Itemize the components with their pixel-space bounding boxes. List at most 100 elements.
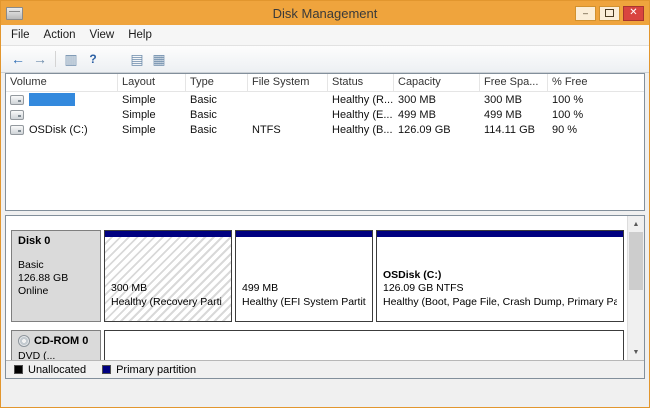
volume-list-header: Volume Layout Type File System Status Ca… bbox=[6, 74, 644, 92]
pct-cell: 100 % bbox=[548, 94, 618, 106]
cdrom-header[interactable]: CD-ROM 0 DVD (... bbox=[11, 330, 101, 360]
disk0-size: 126.88 GB bbox=[18, 272, 94, 285]
forward-icon[interactable]: → bbox=[29, 49, 51, 69]
legend-label: Primary partition bbox=[116, 364, 196, 376]
cdrom-row: CD-ROM 0 DVD (... bbox=[11, 330, 624, 360]
scroll-down-icon[interactable]: ▼ bbox=[628, 344, 644, 360]
properties-icon[interactable]: ▦ bbox=[148, 49, 170, 69]
drive-icon bbox=[10, 110, 24, 120]
app-icon bbox=[6, 7, 23, 20]
back-icon[interactable]: ← bbox=[7, 49, 29, 69]
main-area: Volume Layout Type File System Status Ca… bbox=[5, 73, 645, 407]
vertical-scrollbar[interactable]: ▲ ▼ bbox=[627, 216, 644, 360]
partition-info: OSDisk (C:) 126.09 GB NTFS Healthy (Boot… bbox=[377, 237, 623, 321]
selected-volume-highlight bbox=[29, 93, 75, 106]
type-cell: Basic bbox=[186, 94, 248, 106]
legend-label: Unallocated bbox=[28, 364, 86, 376]
free-cell: 114.11 GB bbox=[480, 124, 548, 136]
capacity-cell: 126.09 GB bbox=[394, 124, 480, 136]
scrollbar-thumb[interactable] bbox=[629, 232, 643, 290]
partition-info: 300 MB Healthy (Recovery Parti bbox=[105, 237, 231, 321]
menu-action[interactable]: Action bbox=[37, 27, 83, 43]
type-cell: Basic bbox=[186, 109, 248, 121]
disk0-row: Disk 0 Basic 126.88 GB Online 300 MB bbox=[11, 230, 624, 322]
cdrom-name: CD-ROM 0 bbox=[34, 335, 88, 347]
partition-size: 300 MB bbox=[111, 282, 225, 296]
status-cell: Healthy (R... bbox=[328, 94, 394, 106]
disk-management-window: Disk Management – ✕ File Action View Hel… bbox=[0, 0, 650, 408]
partition-recovery[interactable]: 300 MB Healthy (Recovery Parti bbox=[104, 230, 232, 322]
cdrom-title: CD-ROM 0 bbox=[18, 335, 94, 347]
maximize-button[interactable] bbox=[599, 6, 620, 21]
partition-name: OSDisk (C:) bbox=[383, 269, 617, 283]
column-header-layout[interactable]: Layout bbox=[118, 74, 186, 91]
table-row-efi[interactable]: Simple Basic Healthy (E... 499 MB 499 MB… bbox=[6, 107, 644, 122]
free-cell: 499 MB bbox=[480, 109, 548, 121]
layout-cell: Simple bbox=[118, 124, 186, 136]
layout-cell: Simple bbox=[118, 94, 186, 106]
drive-icon bbox=[10, 125, 24, 135]
status-cell: Healthy (B... bbox=[328, 124, 394, 136]
disk0-status: Online bbox=[18, 285, 94, 298]
partition-status: Healthy (Recovery Parti bbox=[111, 296, 225, 310]
pct-cell: 90 % bbox=[548, 124, 618, 136]
menu-help[interactable]: Help bbox=[121, 27, 159, 43]
partition-efi[interactable]: 499 MB Healthy (EFI System Partit bbox=[235, 230, 373, 322]
column-header-status[interactable]: Status bbox=[328, 74, 394, 91]
legend-bar: Unallocated Primary partition bbox=[6, 360, 644, 378]
column-header-file-system[interactable]: File System bbox=[248, 74, 328, 91]
caption-buttons: – ✕ bbox=[575, 6, 644, 21]
help-icon[interactable]: ? bbox=[82, 49, 104, 69]
disk0-type: Basic bbox=[18, 259, 94, 272]
menu-view[interactable]: View bbox=[83, 27, 122, 43]
partition-osdisk[interactable]: OSDisk (C:) 126.09 GB NTFS Healthy (Boot… bbox=[376, 230, 624, 322]
partition-status: Healthy (Boot, Page File, Crash Dump, Pr… bbox=[383, 296, 617, 310]
toolbar-separator bbox=[55, 51, 56, 67]
column-header-capacity[interactable]: Capacity bbox=[394, 74, 480, 91]
layout-cell: Simple bbox=[118, 109, 186, 121]
column-header-type[interactable]: Type bbox=[186, 74, 248, 91]
partition-size: 499 MB bbox=[242, 282, 366, 296]
volume-name: OSDisk (C:) bbox=[29, 124, 88, 136]
volume-cell: OSDisk (C:) bbox=[6, 124, 118, 136]
partition-info: 499 MB Healthy (EFI System Partit bbox=[236, 237, 372, 321]
capacity-cell: 300 MB bbox=[394, 94, 480, 106]
pct-cell: 100 % bbox=[548, 109, 618, 121]
fs-cell: NTFS bbox=[248, 124, 328, 136]
disk0-meta: Basic 126.88 GB Online bbox=[18, 259, 94, 298]
action-pane-icon[interactable]: ▤ bbox=[126, 49, 148, 69]
minimize-button[interactable]: – bbox=[575, 6, 596, 21]
column-header-volume[interactable]: Volume bbox=[6, 74, 118, 91]
partition-status: Healthy (EFI System Partit bbox=[242, 296, 366, 310]
legend-unallocated: Unallocated bbox=[14, 364, 86, 376]
drive-icon bbox=[10, 95, 24, 105]
partition-size: 126.09 GB NTFS bbox=[383, 282, 617, 296]
column-header-pct-free[interactable]: % Free bbox=[548, 74, 618, 91]
cd-disc-icon bbox=[18, 335, 30, 347]
close-button[interactable]: ✕ bbox=[623, 6, 644, 21]
table-row-recovery[interactable]: Simple Basic Healthy (R... 300 MB 300 MB… bbox=[6, 92, 644, 107]
status-cell: Healthy (E... bbox=[328, 109, 394, 121]
disk-graph-area: Disk 0 Basic 126.88 GB Online 300 MB bbox=[6, 216, 628, 360]
volume-list: Volume Layout Type File System Status Ca… bbox=[5, 73, 645, 211]
disk0-name: Disk 0 bbox=[18, 235, 94, 247]
free-cell: 300 MB bbox=[480, 94, 548, 106]
scroll-up-icon[interactable]: ▲ bbox=[628, 216, 644, 232]
toolbar: ← → ▥ ? ▤ ▦ bbox=[1, 46, 649, 73]
cdrom-type: DVD (... bbox=[18, 350, 94, 360]
console-tree-icon[interactable]: ▥ bbox=[60, 49, 82, 69]
volume-cell bbox=[6, 110, 118, 120]
volume-cell bbox=[6, 93, 118, 106]
disk0-header[interactable]: Disk 0 Basic 126.88 GB Online bbox=[11, 230, 101, 322]
menu-file[interactable]: File bbox=[4, 27, 37, 43]
cdrom-media-area[interactable] bbox=[104, 330, 624, 360]
legend-primary-partition: Primary partition bbox=[102, 364, 196, 376]
window-title: Disk Management bbox=[1, 6, 649, 21]
table-row-osdisk[interactable]: OSDisk (C:) Simple Basic NTFS Healthy (B… bbox=[6, 122, 644, 137]
scrollbar-track[interactable] bbox=[628, 290, 644, 344]
title-bar: Disk Management – ✕ bbox=[1, 1, 649, 25]
capacity-cell: 499 MB bbox=[394, 109, 480, 121]
unallocated-swatch bbox=[14, 365, 23, 374]
column-header-free-space[interactable]: Free Spa... bbox=[480, 74, 548, 91]
disk0-partitions: 300 MB Healthy (Recovery Parti 499 MB He… bbox=[104, 230, 624, 322]
